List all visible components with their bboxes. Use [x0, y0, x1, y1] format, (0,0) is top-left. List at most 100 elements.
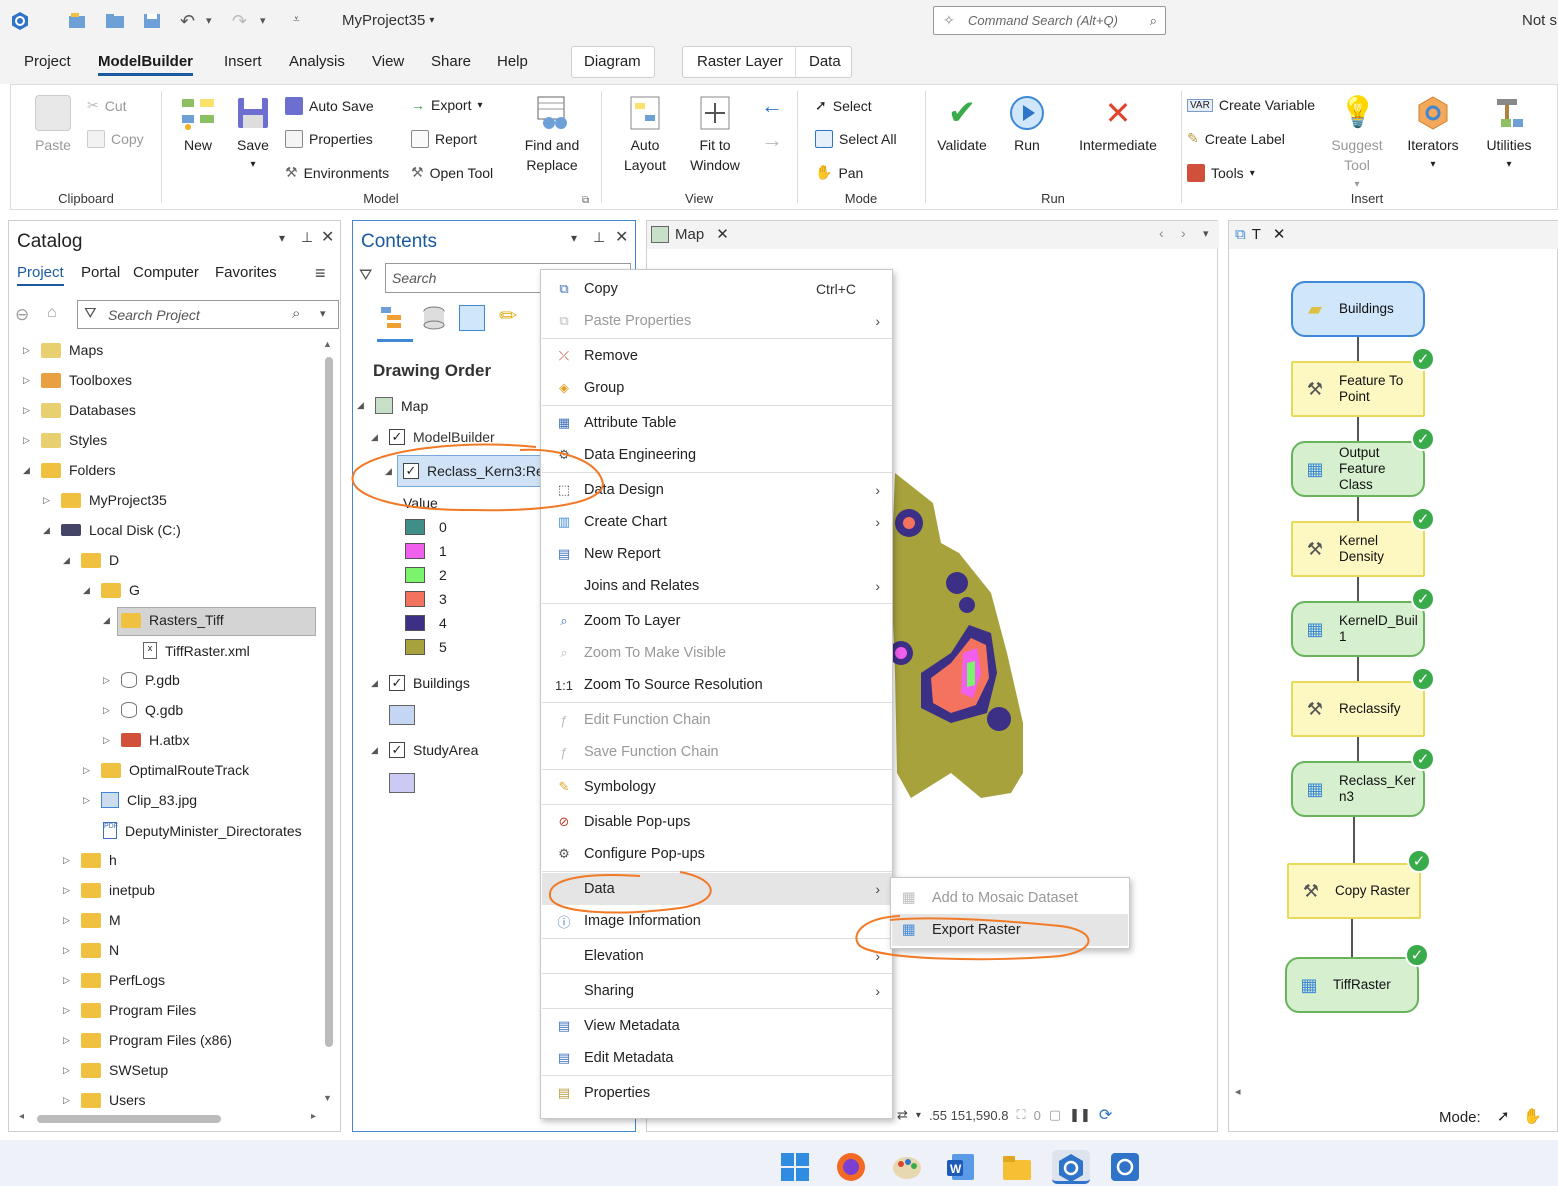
tab-data[interactable]: Data: [809, 53, 841, 70]
catalog-tab-portal[interactable]: Portal: [81, 264, 120, 281]
tree-item-d[interactable]: ◢ D: [63, 552, 119, 568]
menu-item-configure-pop-ups[interactable]: ⚙ Configure Pop-ups: [542, 838, 892, 870]
menu-item-new-report[interactable]: ▤ New Report: [542, 538, 892, 570]
tree-item-swsetup[interactable]: ▷ SWSetup: [63, 1062, 168, 1078]
tree-item-rasters-tiff[interactable]: ◢ Rasters_Tiff: [103, 612, 224, 628]
paint-icon[interactable]: [890, 1150, 924, 1184]
tab-diagram[interactable]: Diagram: [584, 53, 641, 70]
model-node-kernel-density[interactable]: ⚒ Kernel Density: [1291, 521, 1425, 577]
suggest-tool-button[interactable]: 💡 Suggest Tool ▾: [1329, 95, 1385, 195]
select-all-button[interactable]: Select All: [815, 130, 897, 148]
tree-item-n[interactable]: ▷ N: [63, 942, 119, 958]
tree-item-users[interactable]: ▷ Users: [63, 1092, 146, 1108]
tab-raster-layer[interactable]: Raster Layer: [697, 53, 783, 70]
tree-item-styles[interactable]: ▷ Styles: [23, 432, 107, 448]
tree-item-maps[interactable]: ▷ Maps: [23, 342, 103, 358]
environments-button[interactable]: ⚒ Environments: [285, 164, 389, 181]
scroll-down-icon[interactable]: ▼: [323, 1093, 332, 1103]
map-tab[interactable]: Map ✕: [651, 225, 729, 243]
menu-item-disable-pop-ups[interactable]: ⊘ Disable Pop-ups: [542, 806, 892, 838]
new-project-icon[interactable]: [66, 10, 88, 32]
cut-button[interactable]: ✂ Cut: [87, 97, 127, 114]
tree-item-q-gdb[interactable]: ▷ Q.gdb: [103, 702, 183, 718]
open-tool-button[interactable]: ⚒ Open Tool: [411, 164, 493, 181]
catalog-tab-computer[interactable]: Computer: [133, 264, 199, 281]
tree-item-databases[interactable]: ▷ Databases: [23, 402, 136, 418]
tree-item-toolboxes[interactable]: ▷ Toolboxes: [23, 372, 132, 388]
search-project-input[interactable]: ⛛ Search Project ⌕ ▾: [77, 300, 339, 329]
copy-button[interactable]: Copy: [87, 130, 144, 148]
menu-item-zoom-to-make-visible[interactable]: ⌕ Zoom To Make Visible: [542, 637, 892, 669]
tree-item-tiffraster-xml[interactable]: x TiffRaster.xml: [143, 642, 250, 659]
menu-item-create-chart[interactable]: ▥ Create Chart ›: [542, 506, 892, 538]
word-icon[interactable]: W: [944, 1150, 978, 1184]
tree-item-program-files[interactable]: ▷ Program Files: [63, 1002, 196, 1018]
model-node-reclass-ker-n3[interactable]: ▦ Reclass_Ker n3: [1291, 761, 1425, 817]
save-project-icon[interactable]: [141, 10, 163, 32]
tab-share[interactable]: Share: [431, 53, 471, 70]
menu-item-copy[interactable]: ⧉ Copy Ctrl+C: [542, 273, 892, 305]
menu-item-symbology[interactable]: ✎ Symbology: [542, 771, 892, 803]
navigation-tool-icon[interactable]: ⇄: [897, 1107, 908, 1123]
next-extent-icon[interactable]: →: [761, 127, 783, 153]
tab-scroll-right-icon[interactable]: ›: [1181, 225, 1186, 241]
menu-item-zoom-to-source-resolution[interactable]: 1:1 Zoom To Source Resolution: [542, 669, 892, 701]
previous-extent-icon[interactable]: ←: [761, 93, 783, 119]
tree-item-studyarea[interactable]: ◢ ✓ StudyArea: [371, 742, 478, 758]
menu-item-data[interactable]: Data ›: [542, 873, 892, 905]
close-icon[interactable]: ✕: [1273, 225, 1286, 243]
model-node-copy-raster[interactable]: ⚒ Copy Raster: [1287, 863, 1421, 919]
tree-item-h-atbx[interactable]: ▷ H.atbx: [103, 732, 189, 748]
add-to-mosaic-dataset-item[interactable]: ▦ Add to Mosaic Dataset: [892, 882, 1128, 914]
close-icon[interactable]: ✕: [615, 227, 628, 247]
fit-to-window-button[interactable]: Fit to Window: [683, 95, 747, 175]
tree-item-inetpub[interactable]: ▷ inetpub: [63, 882, 155, 898]
intermediate-button[interactable]: ✕ Intermediate: [1063, 95, 1173, 155]
tab-project[interactable]: Project: [24, 53, 71, 70]
properties-button[interactable]: Properties: [285, 130, 373, 148]
legend-item[interactable]: 3: [405, 591, 447, 607]
menu-item-elevation[interactable]: Elevation ›: [542, 940, 892, 972]
report-button[interactable]: Report: [411, 130, 477, 148]
tab-help[interactable]: Help: [497, 53, 528, 70]
find-replace-button[interactable]: Find and Replace: [517, 95, 587, 175]
tab-view[interactable]: View: [372, 53, 404, 70]
utilities-button[interactable]: Utilities ▾: [1479, 95, 1539, 175]
tree-item-deputyminister[interactable]: PDF DeputyMinister_Directorates: [103, 822, 302, 839]
back-icon[interactable]: ⊖: [15, 305, 29, 325]
menu-item-paste-properties[interactable]: ⧉ Paste Properties ›: [542, 305, 892, 337]
redo-dropdown-icon[interactable]: ▾: [260, 14, 266, 27]
legend-item[interactable]: 2: [405, 567, 447, 583]
menu-item-data-engineering[interactable]: ⚙ Data Engineering: [542, 439, 892, 471]
dialog-launcher-icon[interactable]: ⧉: [582, 195, 589, 206]
menu-item-properties[interactable]: ▤ Properties: [542, 1077, 892, 1109]
file-explorer-icon[interactable]: [1000, 1150, 1034, 1184]
run-button[interactable]: Run: [1005, 95, 1049, 155]
scrollbar-thumb[interactable]: [37, 1115, 221, 1123]
home-icon[interactable]: ⌂: [47, 304, 57, 322]
checkbox-checked-icon[interactable]: ✓: [389, 429, 405, 445]
validate-button[interactable]: ✔ Validate: [931, 95, 993, 155]
close-icon[interactable]: ✕: [321, 227, 334, 247]
sign-in-status[interactable]: Not s: [1522, 12, 1557, 29]
windows-start-icon[interactable]: [778, 1150, 812, 1184]
menu-item-edit-metadata[interactable]: ▤ Edit Metadata: [542, 1042, 892, 1074]
catalog-tab-favorites[interactable]: Favorites: [215, 264, 277, 281]
horizontal-scrollbar[interactable]: ◂ ▸: [19, 1111, 319, 1125]
tree-item-perflogs[interactable]: ▷ PerfLogs: [63, 972, 165, 988]
pin-icon[interactable]: ⊥: [301, 229, 313, 246]
firefox-icon[interactable]: [834, 1150, 868, 1184]
tree-item-folders[interactable]: ◢ Folders: [23, 462, 116, 478]
tab-scroll-left-icon[interactable]: ‹: [1159, 225, 1164, 241]
tree-item-h[interactable]: ▷ h: [63, 852, 117, 868]
project-name-dropdown[interactable]: MyProject35 ▾: [342, 12, 434, 29]
hamburger-menu-icon[interactable]: ≡: [315, 263, 326, 284]
create-label-button[interactable]: ✎ Create Label: [1187, 130, 1285, 147]
buildings-symbol[interactable]: [389, 705, 415, 725]
customize-quick-access-icon[interactable]: ⩡: [293, 12, 300, 27]
tab-list-icon[interactable]: ▾: [1203, 227, 1209, 240]
create-variable-button[interactable]: VAR Create Variable: [1187, 97, 1315, 113]
new-model-button[interactable]: New: [175, 95, 221, 155]
selected-features-icon[interactable]: ⛶: [1016, 1107, 1025, 1123]
tab-modelbuilder[interactable]: ModelBuilder: [98, 53, 194, 76]
